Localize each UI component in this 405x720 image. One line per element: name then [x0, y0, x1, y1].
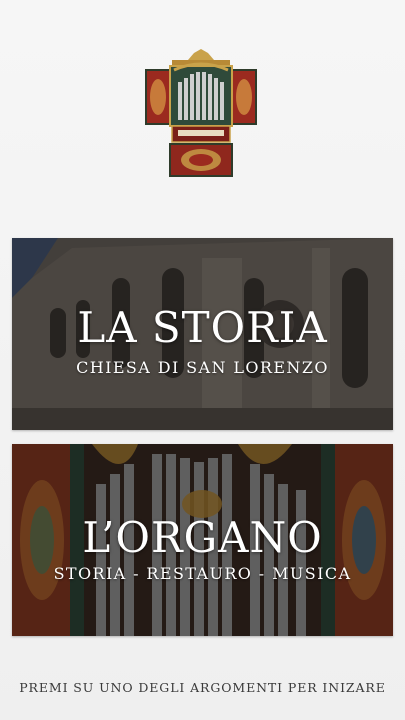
organo-card-subtitle: STORIA - RESTAURO - MUSICA — [53, 564, 352, 583]
organo-card-button[interactable]: L’ORGANO STORIA - RESTAURO - MUSICA — [12, 444, 393, 636]
storia-card-button[interactable]: LA STORIA CHIESA DI SAN LORENZO — [12, 238, 393, 430]
instruction-hint: PREMI SU UNO DEGLI ARGOMENTI PER INIZARE — [19, 680, 386, 695]
home-screen: LA STORIA CHIESA DI SAN LORENZO L’ORGANO… — [0, 0, 405, 720]
organ-logo-icon — [142, 48, 260, 180]
organo-card-title: L’ORGANO — [82, 513, 323, 562]
storia-card-title: LA STORIA — [77, 303, 328, 352]
storia-card-subtitle: CHIESA DI SAN LORENZO — [76, 358, 329, 377]
